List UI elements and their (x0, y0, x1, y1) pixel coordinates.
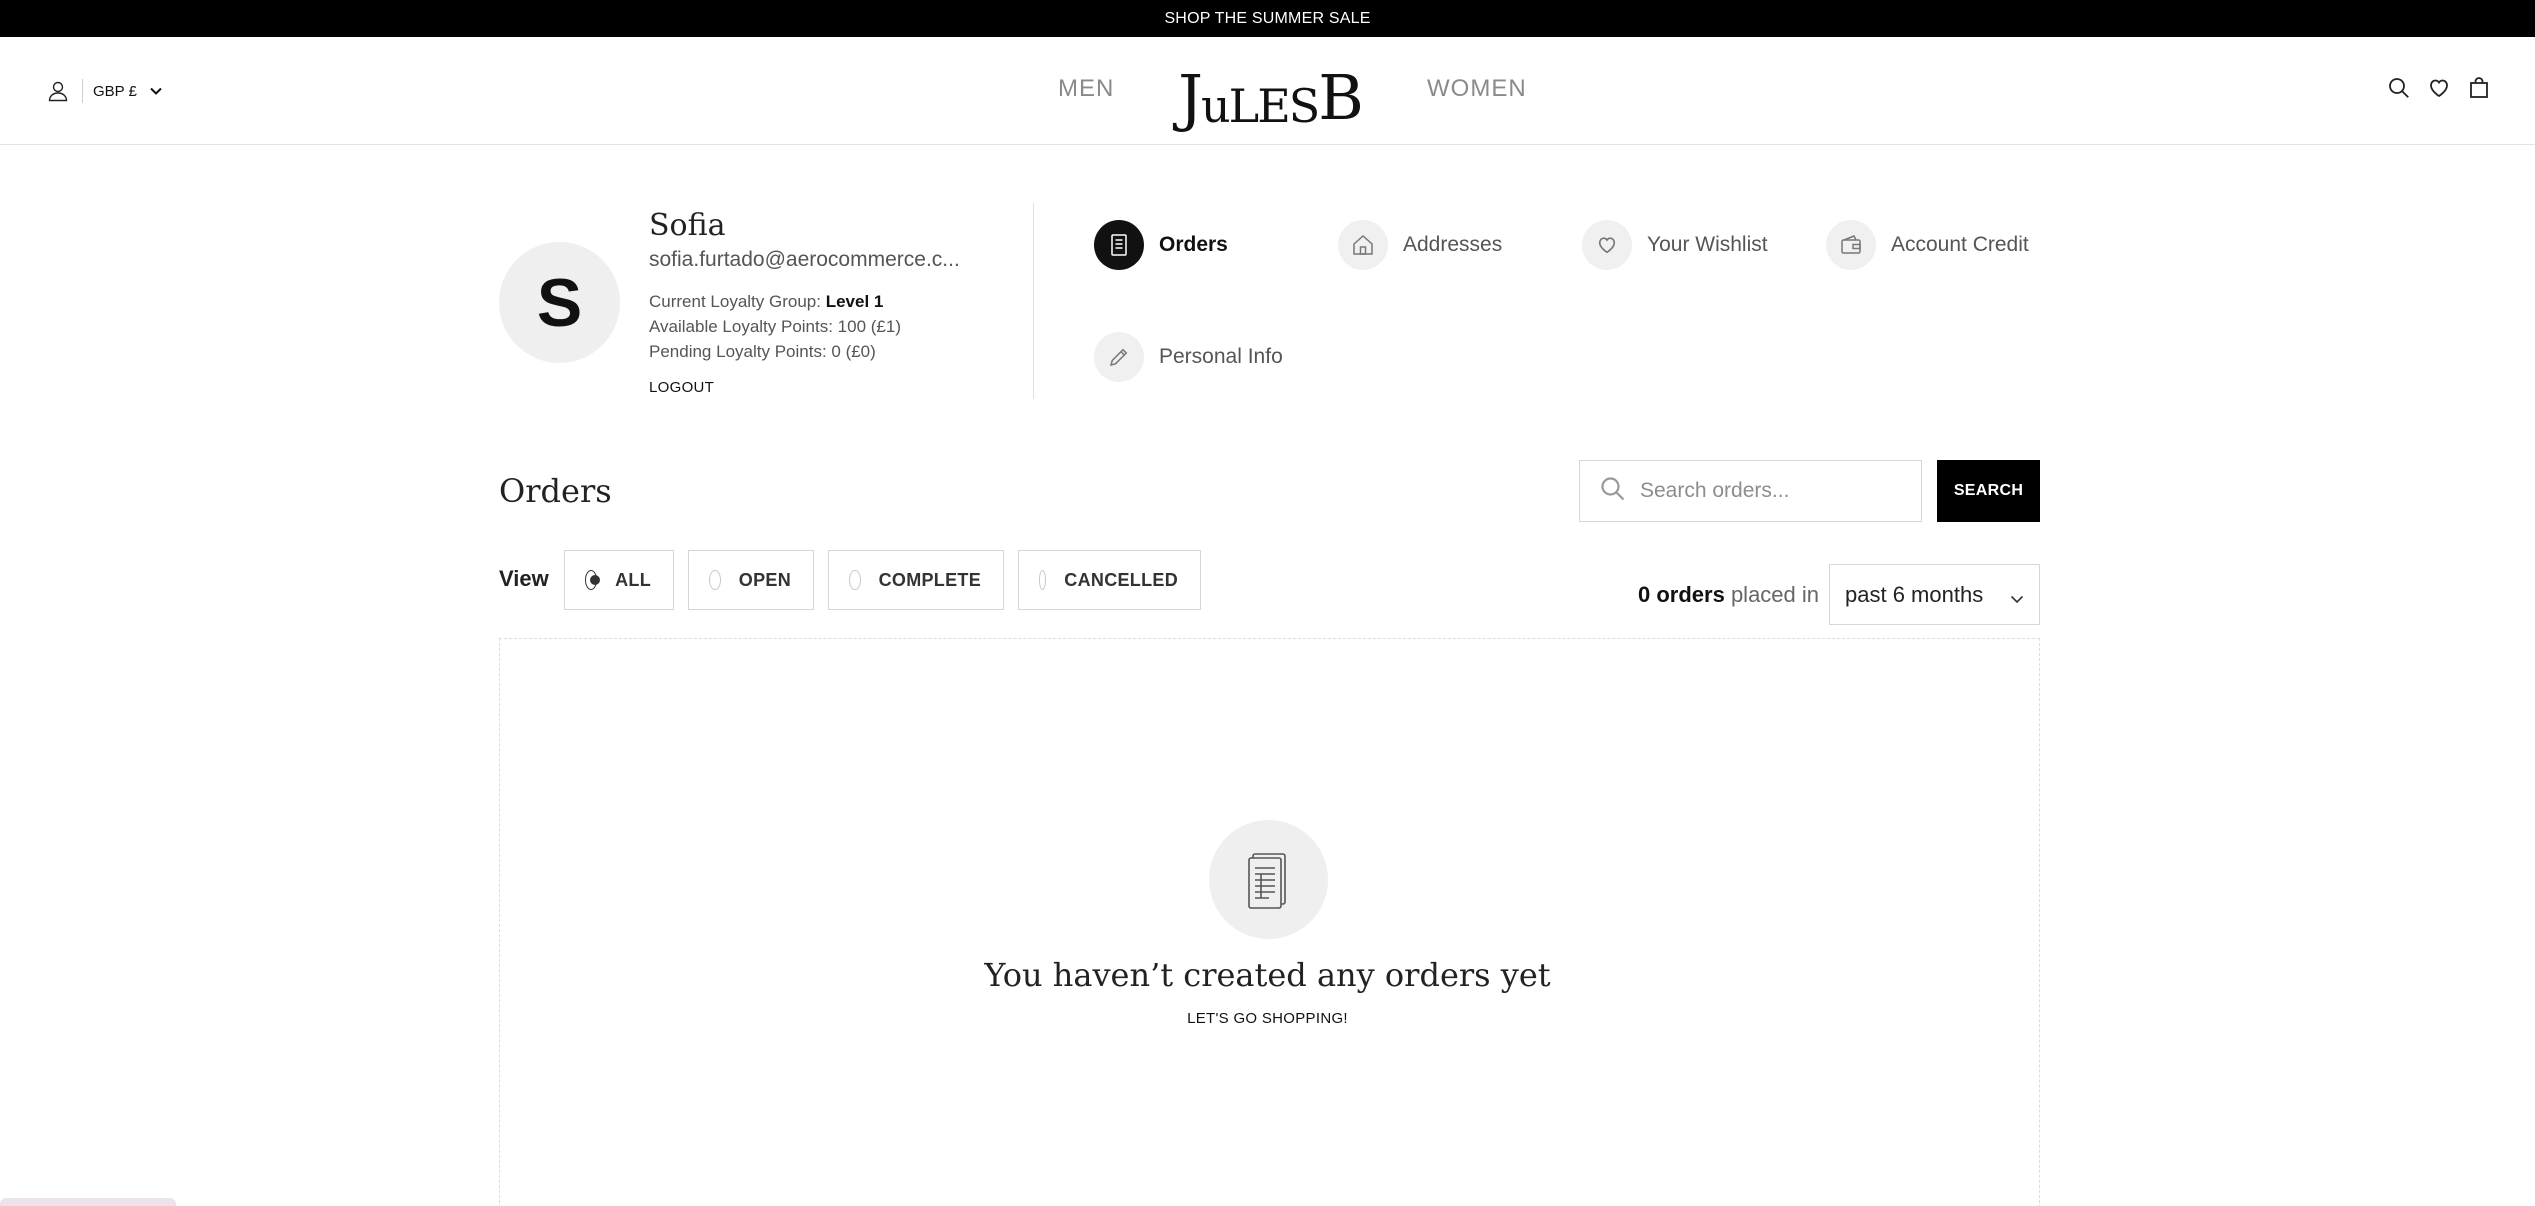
filter-complete-label: COMPLETE (878, 569, 981, 590)
announcement-bar[interactable]: SHOP THE SUMMER SALE (0, 0, 2535, 37)
search-icon[interactable] (2388, 77, 2410, 99)
orders-count-value: 0 orders (1638, 582, 1725, 607)
heart-icon (1582, 220, 1632, 270)
account-name: Sofia (649, 208, 726, 243)
page-title: Orders (499, 472, 612, 510)
period-select-value: past 6 months (1845, 581, 1984, 607)
filter-all-label: ALL (615, 569, 651, 590)
filter-complete[interactable]: COMPLETE (828, 550, 1004, 610)
radio-button[interactable] (709, 570, 721, 590)
avatar: S (499, 242, 620, 363)
tab-wishlist[interactable]: Your Wishlist (1582, 220, 1768, 270)
user-icon[interactable] (46, 79, 70, 103)
receipt-icon (1094, 220, 1144, 270)
logo-letters-ules: uLES (1201, 79, 1320, 133)
site-header: GBP £ MEN JuLES B WOMEN (0, 37, 2535, 145)
available-points: Available Loyalty Points: 100 (£1) (649, 317, 902, 336)
tab-orders[interactable]: Orders (1094, 220, 1228, 270)
tab-orders-label: Orders (1159, 233, 1228, 256)
nav-women[interactable]: WOMEN (1427, 75, 1527, 103)
search-button[interactable]: SEARCH (1937, 460, 2040, 522)
search-icon (1600, 476, 1626, 507)
currency-selector[interactable]: GBP £ (93, 83, 137, 100)
loyalty-group: Current Loyalty Group: Level 1 (649, 292, 883, 312)
radio-button[interactable] (585, 570, 601, 590)
account-email: sofia.furtado@aerocommerce.c... (649, 248, 960, 271)
nav-men[interactable]: MEN (1058, 75, 1114, 103)
loyalty-group-label: Current Loyalty Group: (649, 292, 826, 311)
filter-open[interactable]: OPEN (688, 550, 814, 610)
logo-letter-b: B (1318, 61, 1364, 134)
bag-icon[interactable] (2468, 77, 2490, 99)
period-select[interactable]: past 6 months (1829, 564, 2040, 625)
empty-state-title: You haven’t created any orders yet (984, 956, 1551, 994)
radio-button[interactable] (849, 570, 861, 590)
tab-addresses-label: Addresses (1403, 233, 1503, 256)
tab-personal-info[interactable]: Personal Info (1094, 332, 1283, 382)
logout-link[interactable]: LOGOUT (649, 379, 714, 396)
filter-all[interactable]: ALL (564, 550, 674, 610)
announcement-text[interactable]: SHOP THE SUMMER SALE (1164, 10, 1370, 28)
radio-button[interactable] (1039, 570, 1047, 590)
pending-points: Pending Loyalty Points: 0 (£0) (649, 342, 876, 361)
heart-icon[interactable] (2428, 77, 2450, 99)
chevron-down-icon[interactable] (149, 84, 163, 98)
tab-addresses[interactable]: Addresses (1338, 220, 1502, 270)
tab-account-credit-label: Account Credit (1891, 233, 2029, 256)
header-divider (82, 79, 83, 103)
account-divider (1033, 203, 1034, 399)
orders-count: 0 orders placed in (1638, 582, 1819, 608)
filter-cancelled[interactable]: CANCELLED (1018, 550, 1201, 610)
filter-open-label: OPEN (738, 569, 791, 590)
search-input[interactable] (1640, 479, 1910, 503)
chevron-down-icon (2009, 587, 2025, 604)
orders-count-suffix: placed in (1724, 582, 1820, 607)
tab-wishlist-label: Your Wishlist (1647, 233, 1768, 256)
wallet-icon (1826, 220, 1876, 270)
site-logo[interactable]: JuLES B (1178, 53, 1364, 133)
loyalty-group-value: Level 1 (825, 292, 884, 311)
search-field[interactable] (1579, 460, 1922, 522)
header-right (2388, 77, 2490, 99)
tab-personal-info-label: Personal Info (1159, 345, 1283, 368)
shop-now-link[interactable]: LET'S GO SHOPPING! (0, 1010, 2535, 1027)
header-left: GBP £ (46, 74, 163, 108)
receipt-icon (1209, 820, 1328, 939)
floating-widget-tab[interactable] (0, 1198, 176, 1206)
logo-letter-j: J (1178, 61, 1203, 134)
pencil-icon (1094, 332, 1144, 382)
filter-cancelled-label: CANCELLED (1064, 569, 1178, 590)
view-label: View (499, 566, 549, 591)
home-icon (1338, 220, 1388, 270)
tab-account-credit[interactable]: Account Credit (1826, 220, 2029, 270)
